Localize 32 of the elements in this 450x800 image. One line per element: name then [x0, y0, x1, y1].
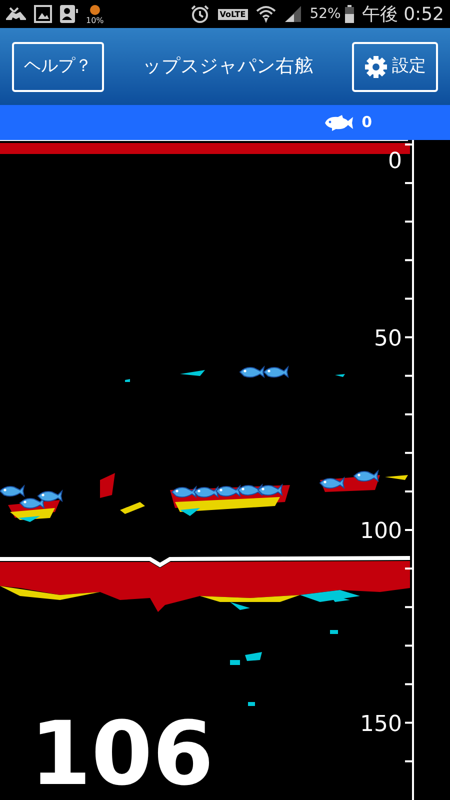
wifi-icon: [256, 5, 276, 23]
alarm-icon: [190, 4, 210, 24]
fish-icon: [38, 490, 62, 502]
settings-button[interactable]: 設定: [352, 42, 438, 92]
depth-reading: 106: [30, 710, 214, 798]
fish-icon: [0, 486, 24, 497]
battery-level: 52%: [310, 4, 341, 24]
fish-icon: [264, 366, 288, 378]
fish-icon: [216, 486, 240, 497]
depth-label: 100: [360, 519, 402, 544]
help-button[interactable]: ヘルプ？: [12, 42, 104, 92]
app-title: ップスジャパン右舷: [142, 54, 314, 79]
clock: 午後 0:52: [362, 2, 444, 26]
depth-label: 150: [360, 712, 402, 737]
depth-label: 0: [388, 149, 402, 174]
notification-level: 10%: [86, 16, 104, 24]
battery-icon: [344, 5, 354, 23]
settings-icon: [364, 54, 388, 78]
contact-icon: [60, 4, 78, 24]
fish-icon: [20, 498, 44, 509]
fish-icon: [354, 470, 378, 482]
image-icon: [34, 5, 52, 23]
network-badge: VoLTE: [218, 8, 248, 20]
fish-count: 0: [362, 112, 372, 134]
depth-label: 50: [374, 326, 402, 352]
fish-icon: [240, 366, 264, 378]
signal-icon: [284, 5, 302, 23]
fish-icon: [258, 484, 282, 496]
fish-icon: [320, 478, 344, 489]
fish-icon: [172, 486, 196, 498]
fish-icon: [194, 486, 218, 498]
fish-icon: [324, 114, 354, 132]
